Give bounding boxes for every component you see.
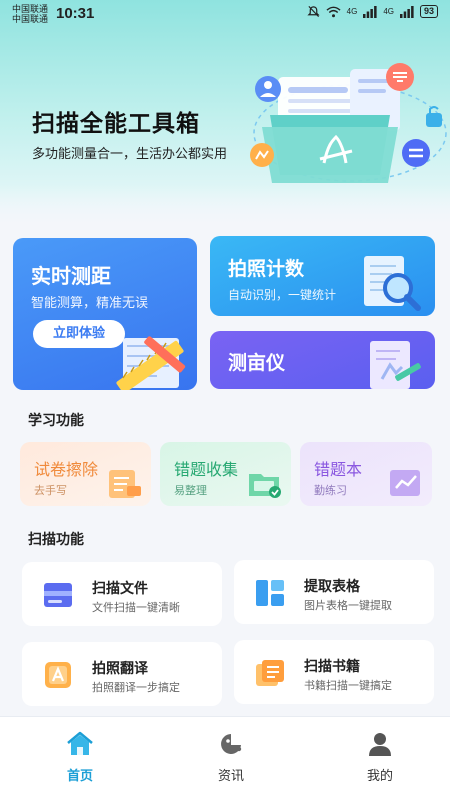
scan-item-title: 拍照翻译 <box>92 661 148 677</box>
study-item-paper-erase[interactable]: 试卷擦除 去手写 <box>20 442 151 506</box>
bottom-tab-bar: 首页 资讯 我的 <box>0 716 450 800</box>
tab-news[interactable]: 资讯 <box>186 731 276 784</box>
scan-item-title: 扫描文件 <box>92 581 148 597</box>
study-item-title: 试卷擦除 <box>34 460 99 479</box>
translate-icon <box>45 662 71 688</box>
scan-section-title: 扫描功能 <box>28 532 84 548</box>
mute-icon <box>307 5 320 18</box>
hero-banner: 中国联通 中国联通 10:31 4G 4G 93 扫描全能工具箱 多功能测量合一… <box>0 0 450 225</box>
table-extract-icon <box>256 580 284 606</box>
network-label-2: 4G <box>383 7 394 16</box>
count-card-subtitle: 自动识别，一键统计 <box>228 288 337 302</box>
hero-title: 扫描全能工具箱 <box>32 111 200 137</box>
status-icons: 4G 4G 93 <box>307 5 438 18</box>
measure-card-subtitle: 智能测算，精准无误 <box>31 296 149 311</box>
study-item-subtitle: 易整理 <box>174 484 207 497</box>
carrier-info: 中国联通 中国联通 <box>12 4 48 24</box>
study-item-wrong-book[interactable]: 错题本 勤练习 <box>300 442 432 506</box>
scan-item-book[interactable]: 扫描书籍 书籍扫描一键搞定 <box>234 640 434 704</box>
tab-mine[interactable]: 我的 <box>335 731 425 784</box>
scan-item-subtitle: 图片表格一键提取 <box>304 599 392 612</box>
measure-card-title: 实时测距 <box>31 264 111 288</box>
folder-check-icon <box>249 474 281 498</box>
signal-icon <box>363 5 377 18</box>
scan-file-icon <box>44 583 72 607</box>
document-toolbox-illustration <box>250 63 447 183</box>
study-item-subtitle: 去手写 <box>34 484 67 497</box>
carrier-1: 中国联通 <box>12 4 49 14</box>
scan-item-subtitle: 文件扫描一键清晰 <box>92 601 180 614</box>
notebook-chart-icon <box>390 470 420 496</box>
study-item-subtitle: 勤练习 <box>314 484 347 497</box>
scan-item-file[interactable]: 扫描文件 文件扫描一键清晰 <box>22 562 222 626</box>
eraser-document-icon <box>109 470 141 498</box>
tab-news-label: 资讯 <box>217 769 244 784</box>
scan-item-table[interactable]: 提取表格 图片表格一键提取 <box>234 560 434 624</box>
home-icon <box>67 731 93 755</box>
scan-item-title: 扫描书籍 <box>304 659 360 675</box>
status-bar: 中国联通 中国联通 10:31 4G 4G 93 <box>0 0 450 28</box>
scan-item-subtitle: 书籍扫描一键搞定 <box>304 679 392 692</box>
try-now-button[interactable]: 立即体验 <box>33 320 125 348</box>
measure-card[interactable]: 实时测距 智能测算，精准无误 立即体验 <box>13 238 197 390</box>
signal-icon-2 <box>399 5 414 18</box>
scan-item-title: 提取表格 <box>304 579 360 595</box>
acre-meter-card[interactable]: 测亩仪 <box>210 331 435 389</box>
tab-home-label: 首页 <box>66 769 93 784</box>
network-label-1: 4G <box>346 7 358 16</box>
count-card[interactable]: 拍照计数 自动识别，一键统计 <box>210 236 435 316</box>
wifi-icon <box>326 6 341 17</box>
tab-home[interactable]: 首页 <box>35 731 125 784</box>
battery-indicator: 93 <box>419 5 438 18</box>
book-scan-icon <box>256 660 284 686</box>
study-item-title: 错题收集 <box>174 460 239 479</box>
magnifier-document-icon <box>364 256 421 311</box>
tab-mine-label: 我的 <box>366 769 393 784</box>
scan-item-translate[interactable]: 拍照翻译 拍照翻译一步搞定 <box>22 642 222 706</box>
carrier-2: 中国联通 <box>12 14 49 24</box>
news-icon <box>221 734 242 754</box>
user-icon <box>369 733 391 756</box>
status-time: 10:31 <box>56 5 95 22</box>
study-section-title: 学习功能 <box>28 413 84 429</box>
field-document-icon <box>370 341 421 389</box>
study-item-wrong-collect[interactable]: 错题收集 易整理 <box>160 442 291 506</box>
study-item-title: 错题本 <box>314 460 363 479</box>
count-card-title: 拍照计数 <box>228 258 305 280</box>
acre-card-title: 测亩仪 <box>228 352 286 374</box>
ruler-pencil-icon <box>116 336 186 390</box>
scan-item-subtitle: 拍照翻译一步搞定 <box>92 681 180 694</box>
hero-subtitle: 多功能测量合一，生活办公都实用 <box>32 147 228 162</box>
